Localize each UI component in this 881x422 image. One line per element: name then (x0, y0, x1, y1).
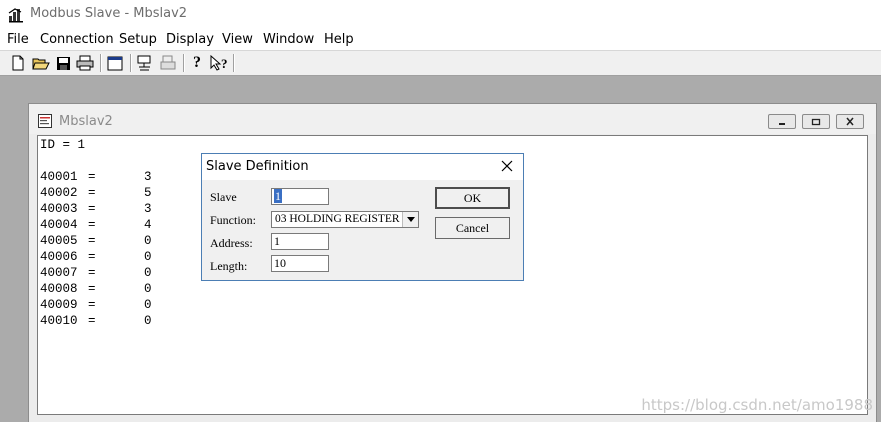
register-equals: = (88, 170, 96, 184)
menu-bar: File Connection Setup Display View Windo… (0, 30, 881, 50)
register-address: 40005 (40, 234, 78, 248)
child-window-title: Mbslav2 (59, 114, 113, 129)
dialog-title: Slave Definition (206, 159, 309, 174)
register-value: 3 (144, 202, 152, 216)
app-title-bar: Modbus Slave - Mbslav2 (0, 0, 881, 30)
register-value: 0 (144, 234, 152, 248)
register-value: 0 (144, 298, 152, 312)
close-button[interactable] (836, 114, 864, 129)
document-icon (38, 114, 52, 128)
register-value: 0 (144, 314, 152, 328)
address-label: Address: (210, 236, 253, 250)
menu-connection[interactable]: Connection (40, 32, 114, 47)
register-address: 40006 (40, 250, 78, 264)
register-equals: = (88, 234, 96, 248)
minimize-button[interactable] (768, 114, 796, 129)
watermark: https://blog.csdn.net/amo1988 (641, 396, 873, 414)
disconnect-icon[interactable] (158, 53, 178, 73)
restore-button[interactable] (802, 114, 830, 129)
toolbar-separator (100, 54, 102, 72)
slave-id-value: 1 (274, 189, 282, 203)
address-input[interactable]: 1 (271, 233, 329, 250)
register-value: 3 (144, 170, 152, 184)
register-address: 40009 (40, 298, 78, 312)
register-equals: = (88, 186, 96, 200)
help-icon[interactable]: ? (187, 53, 207, 73)
register-equals: = (88, 250, 96, 264)
register-equals: = (88, 218, 96, 232)
chevron-down-icon[interactable] (402, 212, 418, 227)
length-label: Length: (210, 259, 248, 273)
register-address: 40010 (40, 314, 78, 328)
modbus-slave-app-icon (8, 8, 23, 23)
app-title: Modbus Slave - Mbslav2 (30, 6, 188, 21)
open-folder-icon[interactable] (31, 53, 51, 73)
connect-icon[interactable] (135, 53, 155, 73)
register-value: 0 (144, 250, 152, 264)
close-icon[interactable] (499, 158, 515, 174)
child-title-bar[interactable]: Mbslav2 (29, 104, 876, 134)
menu-view[interactable]: View (222, 32, 253, 47)
window-icon[interactable] (105, 53, 125, 73)
toolbar: ? ? (0, 50, 881, 76)
menu-display[interactable]: Display (166, 32, 214, 47)
print-icon[interactable] (75, 53, 95, 73)
slave-definition-dialog[interactable]: Slave Definition Slave 1 Function: 03 HO… (201, 153, 524, 281)
toolbar-separator (130, 54, 132, 72)
context-help-icon[interactable]: ? (209, 53, 229, 73)
menu-file[interactable]: File (7, 32, 29, 47)
register-address: 40004 (40, 218, 78, 232)
ok-button[interactable]: OK (435, 187, 510, 209)
new-document-icon[interactable] (8, 53, 28, 73)
dialog-title-bar[interactable]: Slave Definition (202, 154, 523, 180)
save-icon[interactable] (53, 53, 73, 73)
register-value: 5 (144, 186, 152, 200)
register-address: 40002 (40, 186, 78, 200)
register-value: 0 (144, 266, 152, 280)
menu-setup[interactable]: Setup (119, 32, 157, 47)
register-address: 40007 (40, 266, 78, 280)
register-equals: = (88, 282, 96, 296)
slave-id-input[interactable]: 1 (271, 188, 329, 205)
function-select-value: 03 HOLDING REGISTER (275, 213, 400, 225)
slave-label: Slave (210, 190, 237, 204)
toolbar-separator (233, 54, 235, 72)
toolbar-separator (183, 54, 185, 72)
register-equals: = (88, 314, 96, 328)
slave-id-line: ID = 1 (40, 138, 86, 152)
register-value: 0 (144, 282, 152, 296)
register-equals: = (88, 298, 96, 312)
register-address: 40001 (40, 170, 78, 184)
cancel-button[interactable]: Cancel (435, 217, 510, 239)
menu-window[interactable]: Window (263, 32, 314, 47)
register-address: 40003 (40, 202, 78, 216)
register-address: 40008 (40, 282, 78, 296)
svg-text:?: ? (221, 56, 228, 71)
menu-help[interactable]: Help (324, 32, 354, 47)
function-label: Function: (210, 213, 257, 227)
length-input[interactable]: 10 (271, 255, 329, 272)
function-select[interactable]: 03 HOLDING REGISTER (271, 211, 419, 228)
register-equals: = (88, 202, 96, 216)
register-value: 4 (144, 218, 152, 232)
register-equals: = (88, 266, 96, 280)
